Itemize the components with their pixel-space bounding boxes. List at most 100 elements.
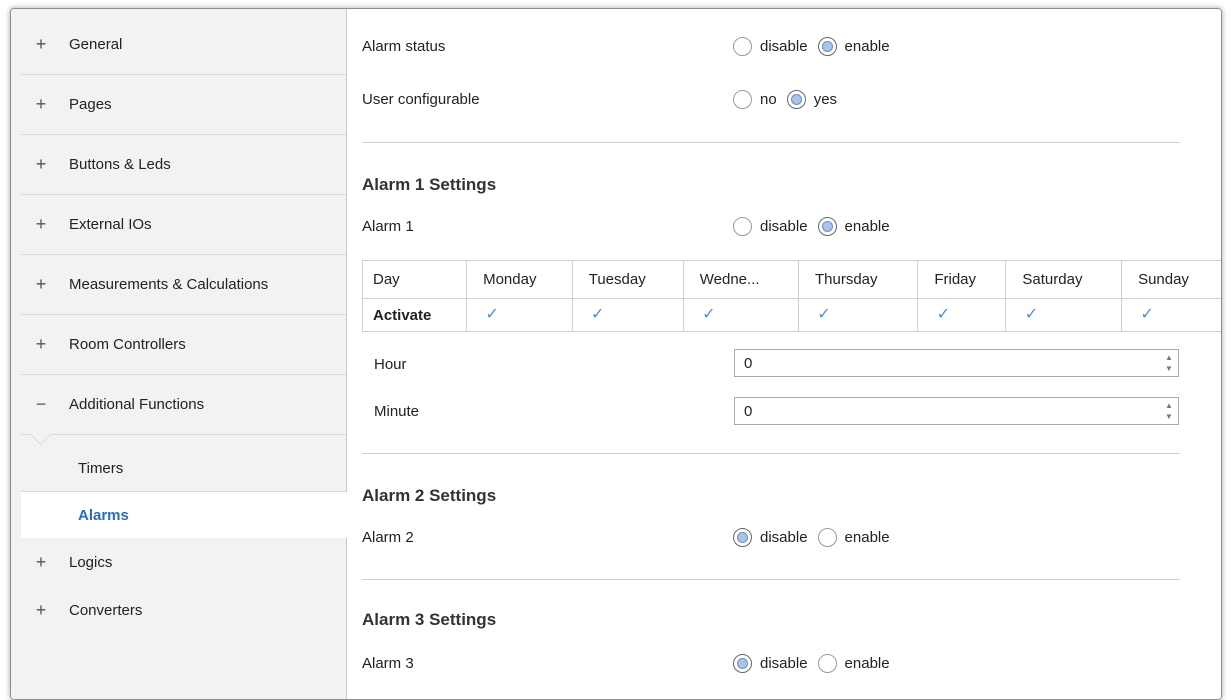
settings-panel: Alarm status disable enable User configu… — [347, 9, 1221, 699]
alarm3-radio-group: disable enable — [733, 654, 900, 673]
table-header-friday: Friday — [917, 260, 1007, 299]
sidebar-item-label: External IOs — [69, 216, 152, 233]
sidebar-item-label: General — [69, 36, 123, 53]
sidebar-item-external-ios[interactable]: + External IOs — [21, 195, 346, 255]
radio-label: enable — [844, 38, 890, 55]
expand-plus-icon: + — [35, 214, 47, 234]
expand-plus-icon: + — [35, 599, 47, 620]
radio-label: no — [760, 91, 777, 108]
expand-plus-icon: + — [35, 154, 47, 174]
spinner-down-icon[interactable]: ▼ — [1165, 364, 1173, 373]
alarm-status-disable-radio[interactable] — [733, 37, 752, 56]
sidebar-subitem-label: Alarms — [78, 506, 129, 524]
sidebar-subitem-label: Timers — [78, 459, 124, 477]
alarm1-radio-group: disable enable — [733, 217, 900, 236]
alarm1-days-table: Day Monday Tuesday Wedne... Thursday Fri… — [361, 260, 1221, 332]
radio-label: enable — [844, 218, 890, 235]
expand-plus-icon: + — [35, 274, 47, 294]
sidebar-subitem-alarms[interactable]: Alarms — [21, 492, 348, 538]
minute-spinner[interactable]: ▲ ▼ — [1164, 401, 1174, 421]
radio-label: disable — [760, 218, 808, 235]
friday-checkbox[interactable]: ✓ — [934, 306, 953, 324]
alarm3-section-title: Alarm 3 Settings — [362, 610, 497, 629]
user-configurable-no-radio[interactable] — [733, 90, 752, 109]
user-configurable-label: User configurable — [362, 91, 480, 108]
tuesday-checkbox[interactable]: ✓ — [588, 306, 607, 324]
sidebar-item-label: Room Controllers — [69, 336, 186, 353]
sidebar-item-additional-functions[interactable]: − Additional Functions — [21, 375, 346, 435]
spinner-up-icon[interactable]: ▲ — [1165, 401, 1173, 410]
sidebar-item-room-controllers[interactable]: + Room Controllers — [21, 315, 346, 375]
minute-value: 0 — [744, 402, 753, 420]
radio-label: disable — [760, 529, 808, 546]
monday-checkbox[interactable]: ✓ — [483, 306, 502, 324]
sidebar-item-label: Pages — [69, 96, 112, 113]
table-header-sunday: Sunday — [1121, 260, 1221, 299]
sidebar-item-label: Logics — [69, 553, 113, 571]
alarm3-enable-radio[interactable] — [817, 654, 837, 673]
table-header-monday: Monday — [466, 260, 573, 299]
expand-plus-icon: + — [35, 551, 47, 572]
wednesday-checkbox[interactable]: ✓ — [699, 306, 718, 324]
spinner-up-icon[interactable]: ▲ — [1165, 353, 1173, 362]
alarm1-disable-radio[interactable] — [733, 217, 752, 236]
thursday-checkbox[interactable]: ✓ — [814, 306, 833, 324]
user-configurable-radio-group: no yes — [733, 90, 847, 109]
sidebar-item-converters[interactable]: + Converters — [21, 590, 346, 630]
table-header-day: Day — [361, 260, 468, 299]
alarm2-radio-group: disable enable — [733, 528, 900, 547]
divider — [362, 453, 1180, 454]
radio-label: enable — [844, 529, 890, 546]
hour-spinner[interactable]: ▲ ▼ — [1164, 353, 1174, 373]
table-header-saturday: Saturday — [1005, 260, 1123, 299]
saturday-checkbox[interactable]: ✓ — [1022, 306, 1041, 324]
sidebar-item-buttons-leds[interactable]: + Buttons & Leds — [21, 135, 346, 195]
alarm1-section-title: Alarm 1 Settings — [362, 175, 497, 194]
sidebar: + General + Pages + Buttons & Leds + Ext… — [11, 9, 348, 699]
minute-label: Minute — [374, 403, 420, 420]
alarm-status-label: Alarm status — [362, 38, 446, 55]
divider — [362, 579, 1180, 580]
divider — [362, 142, 1180, 143]
table-header-row: Day Monday Tuesday Wedne... Thursday Fri… — [361, 260, 1221, 299]
table-header-tuesday: Tuesday — [571, 260, 684, 299]
alarm1-enable-radio[interactable] — [817, 217, 837, 236]
hour-label: Hour — [374, 356, 407, 373]
sidebar-subitem-timers[interactable]: Timers — [21, 445, 346, 492]
expand-plus-icon: + — [35, 94, 47, 114]
alarm2-disable-radio[interactable] — [733, 528, 752, 547]
table-row-activate: Activate ✓ ✓ ✓ ✓ ✓ ✓ ✓ — [361, 298, 1221, 332]
radio-label: yes — [813, 91, 838, 108]
alarm2-enable-radio[interactable] — [817, 528, 837, 547]
radio-label: enable — [844, 655, 890, 672]
user-configurable-yes-radio[interactable] — [786, 90, 806, 109]
alarm3-disable-radio[interactable] — [733, 654, 752, 673]
sidebar-item-label: Converters — [69, 601, 143, 619]
sidebar-item-label: Measurements & Calculations — [69, 276, 269, 293]
collapse-minus-icon: − — [35, 394, 47, 414]
sunday-checkbox[interactable]: ✓ — [1138, 306, 1157, 324]
table-header-thursday: Thursday — [797, 260, 919, 299]
expand-plus-icon: + — [35, 34, 47, 54]
radio-label: disable — [760, 655, 808, 672]
radio-label: disable — [760, 38, 808, 55]
sidebar-item-label: Additional Functions — [69, 396, 205, 413]
alarm2-label: Alarm 2 — [362, 529, 414, 546]
alarm1-label: Alarm 1 — [362, 218, 414, 235]
spinner-down-icon[interactable]: ▼ — [1165, 412, 1173, 421]
alarm-status-radio-group: disable enable — [733, 37, 900, 56]
sidebar-item-label: Buttons & Leds — [69, 156, 171, 173]
sidebar-item-logics[interactable]: + Logics — [21, 542, 346, 582]
alarm2-section-title: Alarm 2 Settings — [362, 486, 497, 505]
sidebar-item-general[interactable]: + General — [21, 15, 346, 75]
activate-row-label: Activate — [361, 298, 468, 332]
app-window: + General + Pages + Buttons & Leds + Ext… — [10, 8, 1222, 700]
alarm3-label: Alarm 3 — [362, 655, 414, 672]
sidebar-item-measurements[interactable]: + Measurements & Calculations — [21, 255, 346, 315]
alarm-status-enable-radio[interactable] — [817, 37, 837, 56]
expand-plus-icon: + — [35, 334, 47, 354]
hour-input[interactable]: 0 ▲ ▼ — [734, 349, 1179, 377]
sidebar-item-pages[interactable]: + Pages — [21, 75, 346, 135]
hour-value: 0 — [744, 354, 753, 372]
minute-input[interactable]: 0 ▲ ▼ — [734, 397, 1179, 425]
